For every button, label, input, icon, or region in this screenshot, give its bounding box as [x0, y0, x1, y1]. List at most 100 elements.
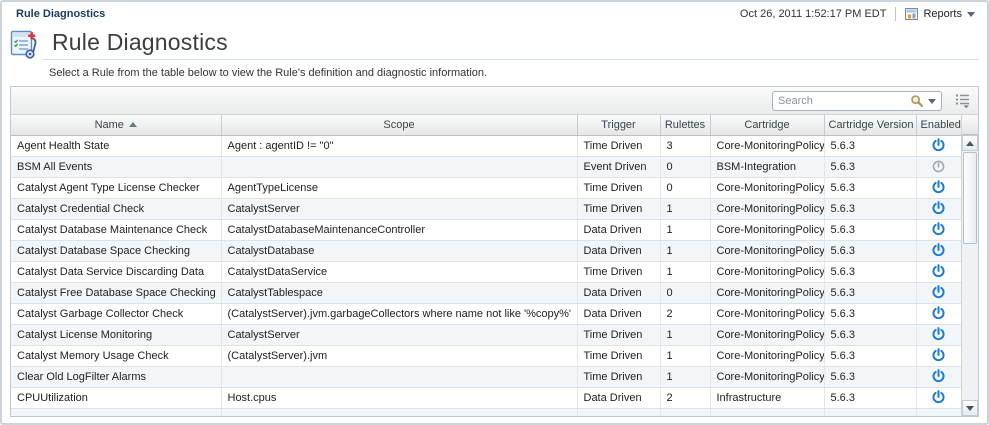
cell-name: Catalyst Data Service Discarding Data: [11, 261, 221, 282]
power-on-icon[interactable]: [931, 391, 946, 403]
power-on-icon[interactable]: [931, 244, 946, 256]
cell-trigger: Time Driven: [577, 261, 660, 282]
cell-enabled: [916, 387, 961, 408]
table-row[interactable]: Catalyst License MonitoringCatalystServe…: [11, 324, 961, 345]
cell-empty: [11, 408, 221, 416]
column-header-scope[interactable]: Scope: [221, 115, 577, 135]
search-input[interactable]: [778, 95, 906, 107]
cell-empty: [710, 408, 824, 416]
table-header-row: Name Scope Trigger Rulettes Cartridge Ca…: [11, 115, 961, 135]
power-on-icon[interactable]: [931, 370, 946, 382]
cell-trigger: Event Driven: [577, 156, 660, 177]
table-row[interactable]: Catalyst Agent Type License CheckerAgent…: [11, 177, 961, 198]
power-on-icon[interactable]: [931, 307, 946, 319]
column-header-enabled[interactable]: Enabled: [916, 115, 961, 135]
top-bar: Rule Diagnostics Oct 26, 2011 1:52:17 PM…: [2, 2, 987, 26]
cell-empty: [660, 408, 710, 416]
page-title: Rule Diagnostics: [52, 29, 228, 56]
cell-name: Catalyst Free Database Space Checking: [11, 282, 221, 303]
cell-enabled: [916, 261, 961, 282]
cell-cartridge-version: 5.6.3: [824, 240, 916, 261]
column-header-rulettes[interactable]: Rulettes: [660, 115, 710, 135]
cell-cartridge-version: 5.6.3: [824, 135, 916, 156]
cell-trigger: Data Driven: [577, 219, 660, 240]
table-row[interactable]: Clear Old LogFilter AlarmsTime Driven1Co…: [11, 366, 961, 387]
cell-scope: (CatalystServer).jvm: [221, 345, 577, 366]
table-toolbar: [11, 87, 978, 115]
cell-trigger: Data Driven: [577, 303, 660, 324]
search-options-caret-icon[interactable]: [928, 99, 936, 104]
column-header-cartridge[interactable]: Cartridge: [710, 115, 824, 135]
table-scrollbar[interactable]: [962, 135, 978, 416]
cell-name: Catalyst Memory Usage Check: [11, 345, 221, 366]
cell-name: Catalyst Agent Type License Checker: [11, 177, 221, 198]
cell-scope: CatalystServer: [221, 324, 577, 345]
power-on-icon[interactable]: [931, 286, 946, 298]
cell-cartridge: Core-MonitoringPolicy: [710, 366, 824, 387]
cell-scope: Agent : agentID != "0": [221, 135, 577, 156]
scroll-down-button[interactable]: [962, 400, 978, 416]
table-row[interactable]: CPUUtilizationHost.cpusData Driven2Infra…: [11, 387, 961, 408]
power-on-icon[interactable]: [931, 328, 946, 340]
cell-rulettes: 0: [660, 177, 710, 198]
column-header-cartridge-version[interactable]: Cartridge Version: [824, 115, 916, 135]
cell-trigger: Time Driven: [577, 345, 660, 366]
cell-trigger: Data Driven: [577, 387, 660, 408]
table-row[interactable]: Agent Health StateAgent : agentID != "0"…: [11, 135, 961, 156]
cell-scope: CatalystDatabase: [221, 240, 577, 261]
power-on-icon[interactable]: [931, 223, 946, 235]
scrollbar-column: [961, 115, 978, 416]
cell-enabled: [916, 324, 961, 345]
cell-trigger: Data Driven: [577, 282, 660, 303]
rule-diagnostics-page: Rule Diagnostics Oct 26, 2011 1:52:17 PM…: [0, 0, 989, 425]
power-on-icon[interactable]: [931, 181, 946, 193]
cell-enabled: [916, 345, 961, 366]
table-row[interactable]: Catalyst Data Service Discarding DataCat…: [11, 261, 961, 282]
cell-rulettes: 3: [660, 135, 710, 156]
cell-name: Catalyst License Monitoring: [11, 324, 221, 345]
cell-trigger: Time Driven: [577, 177, 660, 198]
cell-rulettes: 0: [660, 282, 710, 303]
cell-cartridge-version: 5.6.3: [824, 366, 916, 387]
reports-button[interactable]: Reports: [905, 8, 975, 20]
table-row[interactable]: Catalyst Garbage Collector Check(Catalys…: [11, 303, 961, 324]
search-icon[interactable]: [910, 94, 924, 108]
cell-enabled: [916, 219, 961, 240]
scrollbar-track[interactable]: [962, 244, 978, 400]
table-row[interactable]: Catalyst Database Maintenance CheckCatal…: [11, 219, 961, 240]
cell-cartridge: Core-MonitoringPolicy: [710, 261, 824, 282]
title-underline: Rule Diagnostics: [42, 26, 979, 60]
breadcrumb[interactable]: Rule Diagnostics: [16, 8, 105, 20]
cell-rulettes: 1: [660, 261, 710, 282]
cell-cartridge: Core-MonitoringPolicy: [710, 219, 824, 240]
scroll-up-button[interactable]: [962, 135, 978, 151]
reports-label: Reports: [923, 8, 962, 20]
power-on-icon[interactable]: [931, 349, 946, 361]
cell-cartridge-version: 5.6.3: [824, 324, 916, 345]
customize-table-icon[interactable]: [954, 93, 970, 108]
table-row-partial[interactable]: [11, 408, 961, 416]
table-row[interactable]: Catalyst Memory Usage Check(CatalystServ…: [11, 345, 961, 366]
reports-icon: [905, 8, 918, 20]
power-on-icon[interactable]: [931, 265, 946, 277]
power-off-icon[interactable]: [931, 160, 946, 172]
column-header-trigger[interactable]: Trigger: [577, 115, 660, 135]
column-header-name[interactable]: Name: [11, 115, 221, 135]
table-row[interactable]: Catalyst Free Database Space CheckingCat…: [11, 282, 961, 303]
cell-rulettes: 1: [660, 366, 710, 387]
divider: [895, 7, 896, 21]
table-row[interactable]: BSM All EventsEvent Driven0BSM-Integrati…: [11, 156, 961, 177]
rules-table: Name Scope Trigger Rulettes Cartridge Ca…: [11, 115, 961, 416]
cell-empty: [824, 408, 916, 416]
cell-cartridge-version: 5.6.3: [824, 219, 916, 240]
power-on-icon[interactable]: [931, 202, 946, 214]
cell-scope: AgentTypeLicense: [221, 177, 577, 198]
rules-table-panel: Name Scope Trigger Rulettes Cartridge Ca…: [10, 86, 979, 417]
power-on-icon[interactable]: [931, 139, 946, 151]
table-row[interactable]: Catalyst Credential CheckCatalystServerT…: [11, 198, 961, 219]
cell-name: Catalyst Database Space Checking: [11, 240, 221, 261]
table-row[interactable]: Catalyst Database Space CheckingCatalyst…: [11, 240, 961, 261]
scrollbar-thumb[interactable]: [963, 152, 977, 244]
cell-scope: CatalystServer: [221, 198, 577, 219]
cell-cartridge-version: 5.6.3: [824, 387, 916, 408]
